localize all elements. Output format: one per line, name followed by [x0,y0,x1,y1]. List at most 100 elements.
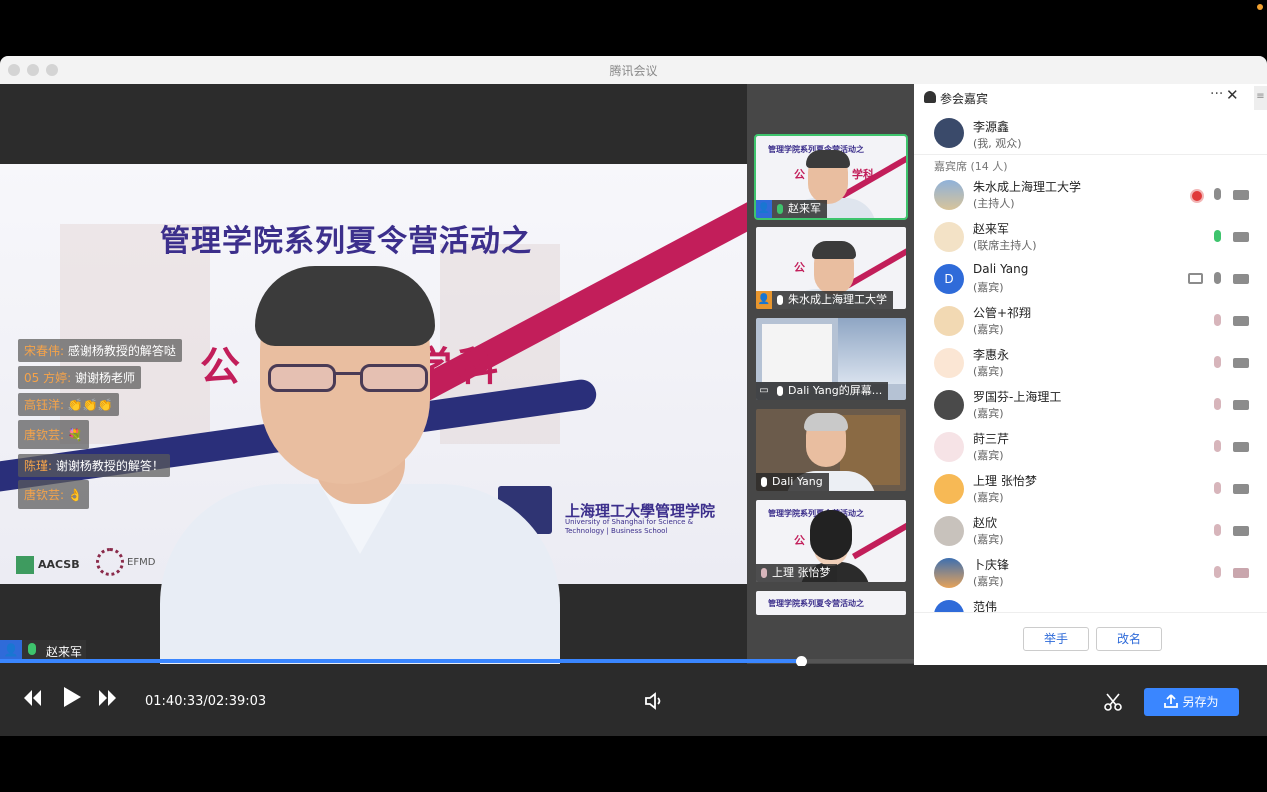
chat-author: 陈瑾: [24,459,53,473]
video-tile[interactable]: 公 👤 朱水成上海理工大学 [756,227,906,309]
slide-school-english: University of Shanghai for Science & Tec… [565,518,694,535]
upload-icon [1164,694,1179,708]
chat-bubble: 高钰洋: 👏👏👏 [18,393,119,416]
avatar [934,180,964,210]
progress-fill [0,659,801,663]
camera-icon[interactable] [1233,442,1249,452]
video-tile[interactable]: 管理学院系列夏令营活动之 公 学科 👤赵来军 [754,134,908,220]
volume-icon[interactable] [644,691,664,715]
video-tile[interactable]: Dali Yang [756,409,906,491]
participant-row[interactable]: 赵来军 (联席主持人) [934,218,1254,260]
meeting-window: 腾讯会议 管理学院系列夏令营活动之 公 学科 上海理工大學管理学院 Univer… [0,56,1267,736]
slide-title: 管理学院系列夏令营活动之 [160,224,532,259]
menu-icon[interactable]: ≡ [1254,86,1267,110]
speaker-hair [255,266,435,346]
participant-role: (嘉宾) [973,323,1004,336]
panel-title: 参会嘉宾 [940,92,989,106]
mic-icon [761,477,767,487]
tile-name: Dali Yang的屏幕... [788,384,883,397]
close-icon[interactable]: ✕ [1226,86,1239,104]
mic-muted-icon[interactable] [1214,524,1221,536]
mic-icon[interactable] [1214,188,1221,200]
participant-role: (嘉宾) [973,281,1004,294]
camera-icon[interactable] [1233,484,1249,494]
mic-muted-icon[interactable] [1214,566,1221,578]
participants-panel: 参会嘉宾 ··· ✕ ≡ 李源鑫 (我, 观众) 嘉宾席 (14 人) 朱水成上… [914,84,1267,665]
participant-name: 李源鑫 [973,120,1010,134]
participant-role: (嘉宾) [973,491,1004,504]
screen-share-icon: ▭ [759,385,769,396]
participant-row[interactable]: 上理 张怡梦 (嘉宾) [934,470,1254,512]
scissors-icon[interactable] [1104,692,1122,716]
participant-row[interactable]: 范伟 [934,596,1254,612]
efmd-logo-icon [96,548,124,576]
participant-role: (我, 观众) [973,137,1022,150]
camera-icon[interactable] [1233,274,1249,284]
video-tile[interactable]: ▭ Dali Yang的屏幕... [756,318,906,400]
mic-active-icon[interactable] [1214,230,1221,242]
shared-document-thumbnail [762,324,832,382]
save-as-button[interactable]: 另存为 [1144,688,1239,716]
main-video[interactable]: 管理学院系列夏令营活动之 公 学科 上海理工大學管理学院 University … [0,84,747,664]
save-as-label: 另存为 [1182,695,1219,709]
panel-footer: 举手 改名 [914,612,1267,665]
play-icon[interactable] [62,686,82,713]
shared-image-thumbnail [838,318,906,384]
camera-icon[interactable] [1233,358,1249,368]
mic-muted-icon[interactable] [1214,356,1221,368]
guest-section-header: 嘉宾席 (14 人) [934,160,1008,173]
video-tile[interactable]: 管理学院系列夏令营活动之 公 上理 张怡梦 [756,500,906,582]
more-icon[interactable]: ··· [1210,86,1223,102]
participant-role: (嘉宾) [973,575,1004,588]
mic-muted-icon[interactable] [1214,398,1221,410]
avatar [934,558,964,588]
forward-icon[interactable] [98,688,118,712]
participant-row[interactable]: 公管+祁翔 (嘉宾) [934,302,1254,344]
title-bar: 腾讯会议 [0,56,1267,85]
mic-muted-icon[interactable] [1214,440,1221,452]
participant-row[interactable]: 罗国芬-上海理工 (嘉宾) [934,386,1254,428]
aacsb-text: AACSB [38,558,80,571]
tile-label: ▭ Dali Yang的屏幕... [756,382,889,400]
mic-muted-icon[interactable] [1214,314,1221,326]
raise-hand-button[interactable]: 举手 [1023,627,1089,651]
chat-bubble: 唐钦芸: 💐 [18,420,89,449]
camera-icon[interactable] [1233,526,1249,536]
chat-bubble: 陈瑾: 谢谢杨教授的解答！ [18,454,170,477]
self-participant[interactable]: 李源鑫 (我, 观众) [934,116,1254,152]
avatar [934,474,964,504]
tile-slide-fragment: 公 [794,261,805,274]
participant-row[interactable]: 莳三芹 (嘉宾) [934,428,1254,470]
mic-muted-icon[interactable] [1214,482,1221,494]
tile-slide-fragment: 学科 [852,168,874,181]
avatar [934,432,964,462]
camera-off-icon[interactable] [1233,568,1249,578]
participant-name: 卜庆锋 [973,558,1010,572]
video-strip[interactable]: 管理学院系列夏令营活动之 公 学科 👤 赵来军 公 👤 朱水成上海理工大学 ▭ Dal… [747,84,914,664]
tile-person-hair [810,510,852,560]
participant-row[interactable]: 朱水成上海理工大学 (主持人) [934,176,1254,218]
video-tile[interactable]: 管理学院系列夏令营活动之 [756,591,906,615]
camera-icon[interactable] [1233,190,1249,200]
participant-name: 朱水成上海理工大学 [973,180,1082,194]
playback-progress-bar[interactable] [0,656,914,667]
chat-author: 宋春伟: [24,344,65,358]
tile-name: 朱水成上海理工大学 [788,293,887,306]
participant-row[interactable]: 卜庆锋 (嘉宾) [934,554,1254,596]
participant-name: Dali Yang [973,262,1029,276]
camera-icon[interactable] [1233,400,1249,410]
participant-row[interactable]: D Dali Yang (嘉宾) [934,260,1254,302]
tile-name: 上理 张怡梦 [772,566,831,579]
chat-text: 谢谢杨教授的解答！ [52,459,164,473]
camera-icon[interactable] [1233,232,1249,242]
participant-row[interactable]: 李惠永 (嘉宾) [934,344,1254,386]
camera-icon[interactable] [1233,316,1249,326]
avatar [934,222,964,252]
rename-button[interactable]: 改名 [1096,627,1162,651]
rewind-icon[interactable] [22,688,42,712]
chat-bubble: 05 方婷: 谢谢杨老师 [18,366,141,389]
participant-row[interactable]: 赵欣 (嘉宾) [934,512,1254,554]
tile-label: 👤 朱水成上海理工大学 [756,291,893,309]
screen-share-icon [1188,273,1203,284]
mic-icon[interactable] [1214,272,1221,284]
